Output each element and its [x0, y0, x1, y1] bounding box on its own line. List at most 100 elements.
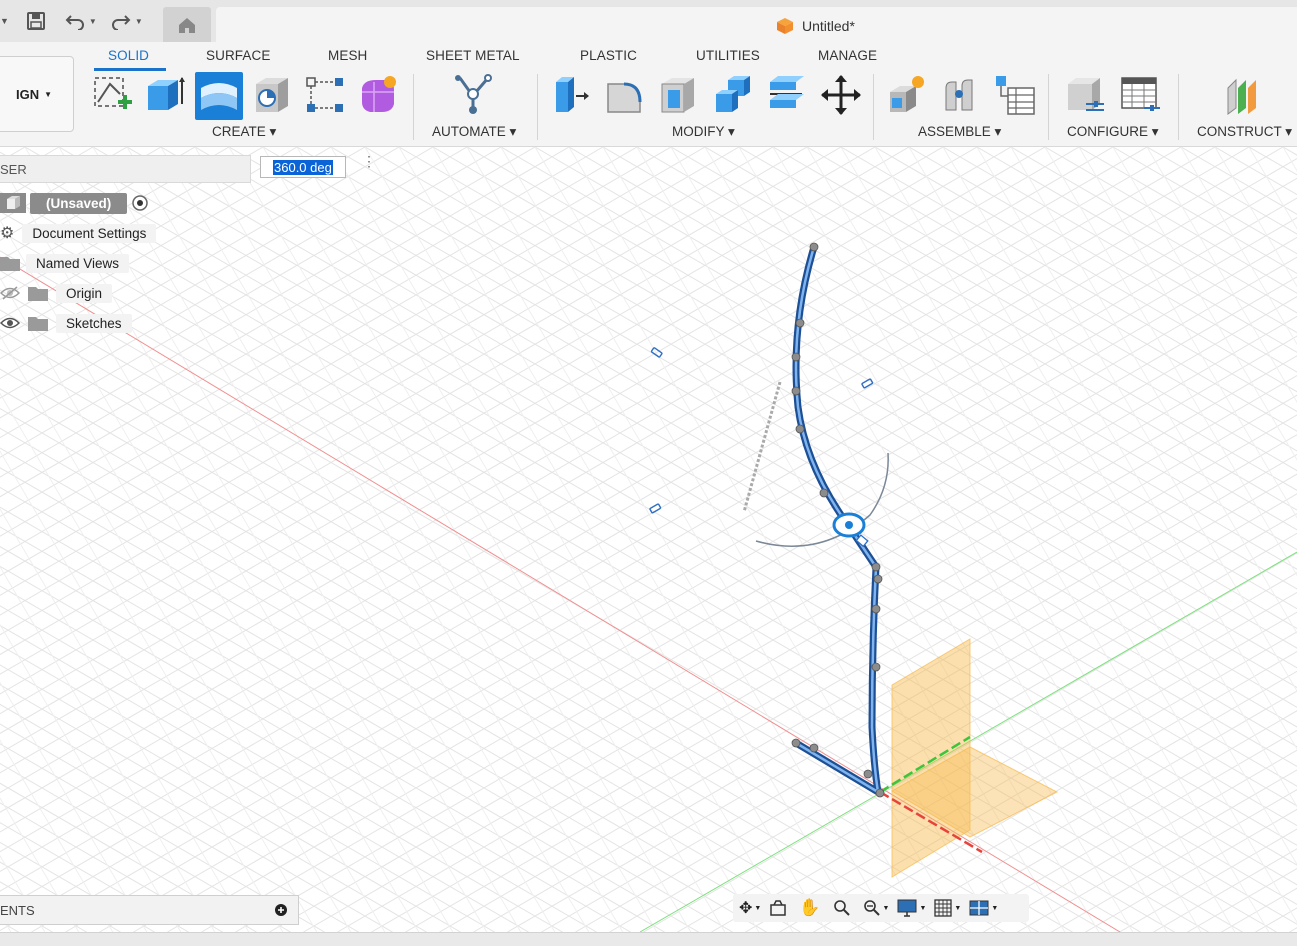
press-pull-icon[interactable]	[550, 74, 592, 116]
sketch-point[interactable]	[875, 788, 885, 798]
chevron-down-icon[interactable]: ▼	[919, 905, 926, 912]
display-settings-icon[interactable]	[897, 899, 917, 917]
chevron-down-icon[interactable]: ▼	[991, 905, 998, 912]
grid-line	[432, 147, 896, 932]
dimension-marker[interactable]	[861, 378, 874, 389]
sketch-point[interactable]	[791, 352, 801, 362]
grid-line	[262, 147, 726, 932]
fillet-icon[interactable]	[604, 74, 646, 116]
pattern-icon[interactable]	[304, 74, 346, 116]
chevron-down-icon[interactable]: ▼	[883, 905, 890, 912]
comments-panel[interactable]: ENTS	[0, 895, 299, 925]
add-comment-icon[interactable]	[274, 903, 288, 917]
redo-icon[interactable]	[111, 12, 131, 30]
grid-line	[92, 147, 556, 932]
tab-sheet-metal[interactable]: SHEET METAL	[426, 48, 520, 63]
dimension-marker[interactable]	[649, 503, 662, 514]
create-group-label[interactable]: CREATE ▾	[212, 124, 276, 140]
gear-icon: ⚙	[0, 225, 15, 242]
sketch-point[interactable]	[795, 424, 805, 434]
browser-item-named-views[interactable]: Named Views	[0, 251, 130, 275]
tab-surface[interactable]: SURFACE	[206, 48, 270, 63]
extrude-icon[interactable]	[144, 74, 186, 116]
canvas-viewport[interactable]	[0, 147, 1297, 932]
more-options-icon[interactable]: ⋮	[362, 154, 376, 168]
tab-utilities[interactable]: UTILITIES	[696, 48, 760, 63]
tab-solid[interactable]: SOLID	[108, 48, 149, 63]
sketch-point[interactable]	[795, 318, 805, 328]
browser-item-document-settings[interactable]: ⚙ Document Settings	[0, 221, 157, 245]
combine-icon[interactable]	[712, 74, 754, 116]
document-tab[interactable]	[216, 7, 1297, 44]
modify-group-label[interactable]: MODIFY ▾	[672, 124, 735, 140]
sketch-point[interactable]	[809, 242, 819, 252]
browser-item-origin[interactable]: Origin	[0, 281, 113, 305]
home-button[interactable]	[163, 7, 211, 42]
sketch-point[interactable]	[791, 386, 801, 396]
save-icon[interactable]	[26, 12, 45, 30]
zoom-window-icon[interactable]	[863, 899, 881, 917]
undo-icon[interactable]	[65, 12, 85, 30]
ground-grid	[0, 147, 1297, 932]
configuration-table-icon[interactable]	[1120, 74, 1162, 116]
shell-icon[interactable]	[658, 74, 700, 116]
grid-line	[466, 147, 1297, 629]
new-component-icon[interactable]	[886, 74, 928, 116]
visibility-off-icon[interactable]	[0, 286, 20, 300]
divider	[413, 74, 414, 140]
hole-icon[interactable]	[252, 74, 294, 116]
joint-icon[interactable]	[940, 74, 982, 116]
sketch-point[interactable]	[819, 488, 829, 498]
revolve-angle-input[interactable]: 360.0 deg	[260, 156, 346, 178]
form-icon[interactable]	[358, 74, 400, 116]
browser-panel-header[interactable]: SER	[0, 155, 251, 183]
offset-plane-icon[interactable]	[1224, 74, 1266, 116]
radio-active-icon[interactable]	[131, 194, 149, 212]
active-tab-indicator	[94, 68, 166, 71]
automate-group-label[interactable]: AUTOMATE ▾	[432, 124, 516, 140]
sketch-point[interactable]	[871, 662, 881, 672]
menu-dropdown-icon[interactable]: ▼	[0, 16, 9, 26]
revolve-angle-manipulator[interactable]	[832, 512, 869, 548]
undo-dropdown-icon[interactable]: ▼	[89, 17, 97, 26]
divider	[873, 74, 874, 140]
configure-group-label[interactable]: CONFIGURE ▾	[1067, 124, 1159, 140]
component-cube-icon	[777, 18, 793, 34]
offset-face-icon[interactable]	[766, 74, 808, 116]
redo-dropdown-icon[interactable]: ▼	[135, 17, 143, 26]
tab-plastic[interactable]: PLASTIC	[580, 48, 637, 63]
chevron-down-icon[interactable]: ▼	[754, 905, 761, 912]
construct-group-label[interactable]: CONSTRUCT ▾	[1197, 124, 1292, 140]
sketch-point[interactable]	[863, 769, 873, 779]
automate-icon[interactable]	[452, 74, 494, 116]
create-sketch-icon[interactable]	[92, 74, 134, 116]
look-at-icon[interactable]	[769, 900, 787, 916]
grid-line	[228, 147, 1297, 768]
tab-manage[interactable]: MANAGE	[818, 48, 877, 63]
visibility-on-icon[interactable]	[0, 316, 20, 330]
grid-line	[1282, 147, 1297, 172]
move-copy-icon[interactable]	[820, 74, 862, 116]
chevron-down-icon[interactable]: ▼	[954, 905, 961, 912]
viewports-icon[interactable]	[969, 899, 989, 917]
sketch-point[interactable]	[871, 604, 881, 614]
sketch-point[interactable]	[809, 743, 819, 753]
canvas-drawing[interactable]	[0, 147, 1297, 932]
sketch-point[interactable]	[791, 738, 801, 748]
sketch-point[interactable]	[871, 562, 881, 572]
assemble-group-label[interactable]: ASSEMBLE ▾	[918, 124, 1001, 140]
grid-line	[160, 147, 624, 932]
zoom-icon[interactable]	[833, 899, 851, 917]
grid-settings-icon[interactable]	[934, 899, 953, 917]
configure-icon[interactable]	[1064, 74, 1106, 116]
browser-item-sketches[interactable]: Sketches	[0, 311, 132, 335]
bill-of-materials-icon[interactable]	[994, 74, 1036, 116]
browser-item-root[interactable]: (Unsaved)	[0, 191, 149, 215]
workspace-switcher[interactable]: IGN ▼	[0, 56, 74, 132]
revolve-button-active[interactable]	[195, 72, 243, 120]
orbit-icon[interactable]: ✥	[739, 898, 752, 918]
pan-hand-icon[interactable]: ✋	[799, 898, 820, 918]
sketch-point[interactable]	[873, 574, 883, 584]
tab-mesh[interactable]: MESH	[328, 48, 367, 63]
grid-line	[1146, 147, 1297, 403]
